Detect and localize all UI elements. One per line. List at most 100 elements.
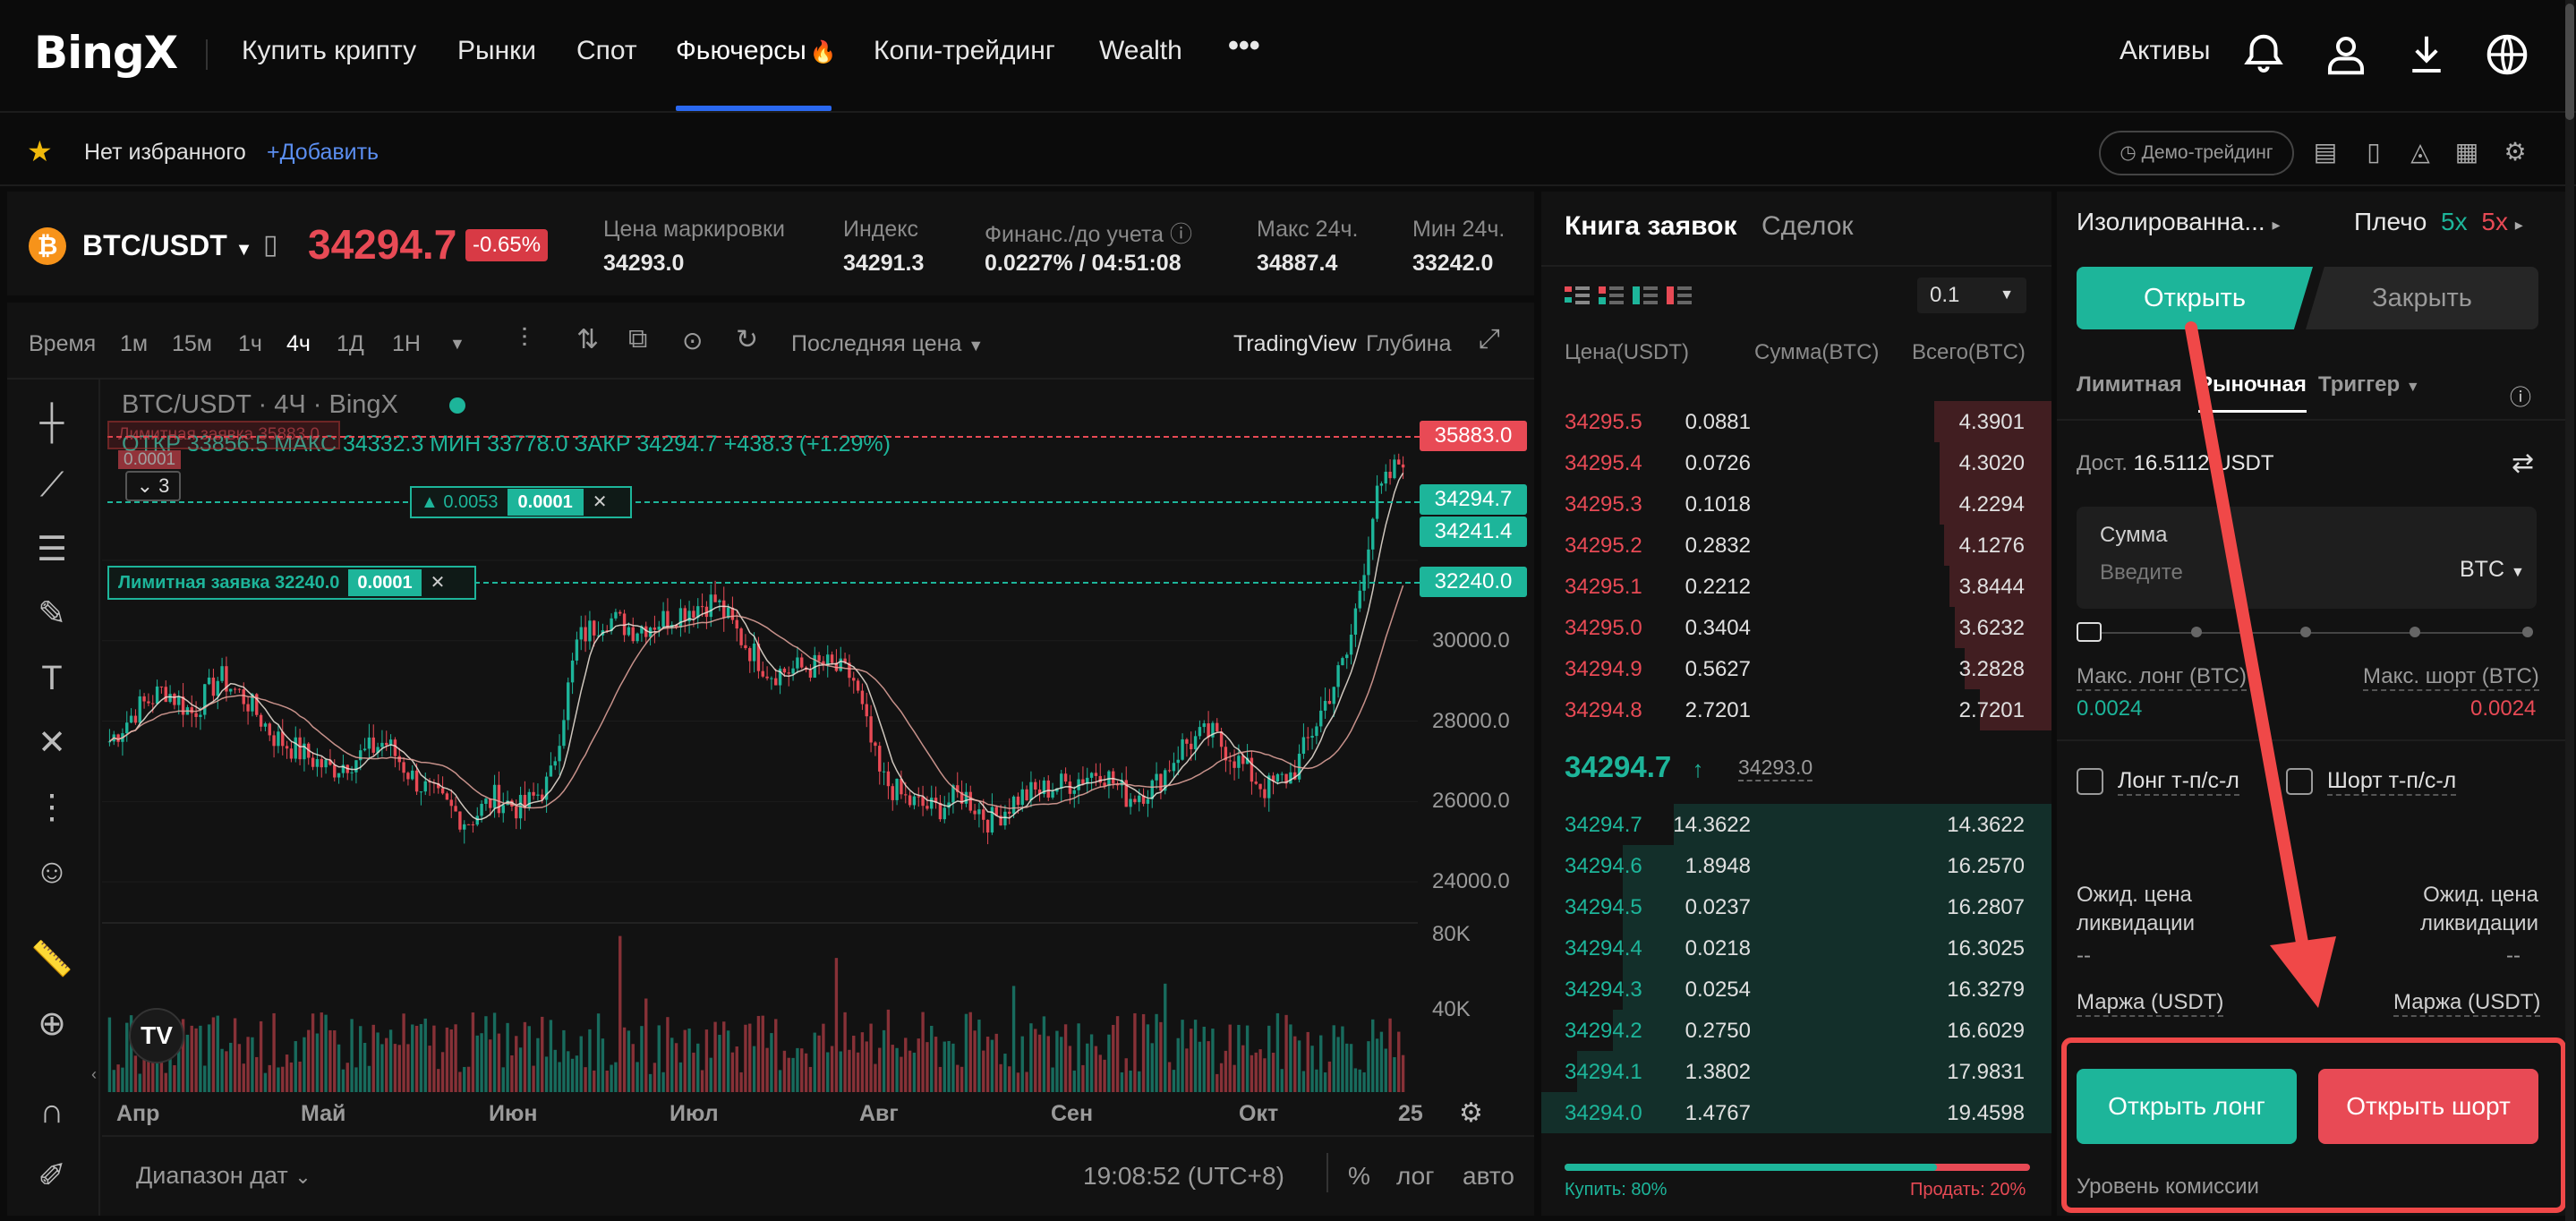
tab-order-book[interactable]: Книга заявок xyxy=(1565,211,1736,242)
nav-item-markets[interactable]: Рынки xyxy=(457,36,536,66)
position-label[interactable]: ▲ 0.0053 0.0001 ✕ xyxy=(410,486,632,518)
depth-tab[interactable]: Глубина xyxy=(1366,331,1452,357)
nav-item-spot[interactable]: Спот xyxy=(576,36,637,66)
tradingview-logo[interactable]: TV xyxy=(129,1008,184,1063)
amount-unit-select[interactable]: BTC ▼ xyxy=(2460,557,2525,583)
slider-dot-25[interactable] xyxy=(2191,627,2202,637)
text-tool-icon[interactable]: T xyxy=(27,653,77,704)
bid-row[interactable]: 34294.4 0.0218 16.3025 xyxy=(1541,927,2051,969)
interval-1m[interactable]: 1м xyxy=(120,331,148,357)
transfer-icon[interactable]: ⇄ xyxy=(2512,448,2534,479)
pattern-icon[interactable]: ✕ xyxy=(27,718,77,768)
order-type-limit[interactable]: Лимитная xyxy=(2077,372,2182,397)
bid-row[interactable]: 34294.5 0.0237 16.2807 xyxy=(1541,886,2051,927)
measure-lines-icon[interactable]: ⋮ xyxy=(27,782,77,832)
close-position-tab[interactable]: Закрыть xyxy=(2306,267,2538,329)
calculator-icon[interactable]: ▦ xyxy=(2451,136,2483,168)
ask-row[interactable]: 34294.8 2.7201 2.7201 xyxy=(1541,689,2051,730)
slider-dot-50[interactable] xyxy=(2300,627,2311,637)
reset-icon[interactable]: ↻ xyxy=(736,324,758,355)
more-intervals-icon[interactable]: ▼ xyxy=(449,335,465,354)
limit-order-label[interactable]: Лимитная заявка 32240.0 0.0001 ✕ xyxy=(107,566,476,600)
demo-trading-button[interactable]: ◷ Демо-трейдинг xyxy=(2099,131,2294,175)
tradingview-tab[interactable]: TradingView xyxy=(1233,331,1357,357)
lock-drawings-icon[interactable]: ✐ xyxy=(27,1151,77,1201)
ask-row[interactable]: 34295.3 0.1018 4.2294 xyxy=(1541,483,2051,525)
short-tpsl-checkbox[interactable] xyxy=(2286,768,2313,795)
bid-row[interactable]: 34294.1 1.3802 17.9831 xyxy=(1541,1051,2051,1092)
ask-row[interactable]: 34294.9 0.5627 3.2828 xyxy=(1541,648,2051,689)
add-favorite-link[interactable]: +Добавить xyxy=(267,140,379,166)
close-icon[interactable]: ✕ xyxy=(584,492,608,512)
globe-icon[interactable] xyxy=(2483,30,2531,79)
leverage-select[interactable]: Плечо 5x 5x ▸ xyxy=(2354,208,2523,236)
templates-icon[interactable]: ⧉ xyxy=(628,324,647,354)
order-type-trigger[interactable]: Триггер ▼ xyxy=(2318,372,2420,397)
bell-icon[interactable] xyxy=(2239,30,2288,79)
zoom-in-icon[interactable]: ⊕ xyxy=(27,999,77,1049)
book-view-bids-icon[interactable] xyxy=(1633,285,1658,308)
interval-4h[interactable]: 4ч xyxy=(286,331,311,357)
crosshair-icon[interactable]: ┼ xyxy=(27,397,77,448)
order-info-icon[interactable]: ⓘ xyxy=(2510,380,2531,411)
close-icon[interactable]: ✕ xyxy=(422,573,446,593)
interval-15m[interactable]: 15м xyxy=(172,331,212,357)
download-icon[interactable] xyxy=(2402,30,2451,79)
horizontal-lines-icon[interactable]: ☰ xyxy=(27,525,77,575)
ask-row[interactable]: 34295.5 0.0881 4.3901 xyxy=(1541,401,2051,442)
book-view-asks-icon[interactable] xyxy=(1667,285,1692,308)
nav-assets[interactable]: Активы xyxy=(2120,36,2210,66)
bid-row[interactable]: 34294.0 1.4767 19.4598 xyxy=(1541,1092,2051,1133)
ask-row[interactable]: 34295.0 0.3404 3.6232 xyxy=(1541,607,2051,648)
ruler-icon[interactable]: 📏 xyxy=(27,935,77,985)
nav-item-copy-trading[interactable]: Копи-трейдинг xyxy=(874,36,1055,66)
book-view-split-icon[interactable] xyxy=(1599,285,1624,308)
open-short-button[interactable]: Открыть шорт xyxy=(2318,1069,2538,1144)
orders-icon[interactable]: ▤ xyxy=(2309,136,2341,168)
interval-time[interactable]: Время xyxy=(29,331,96,357)
book-view-both-icon[interactable] xyxy=(1565,285,1590,308)
slider-dot-75[interactable] xyxy=(2410,627,2420,637)
order-type-market[interactable]: Рыночная xyxy=(2198,372,2307,413)
ask-row[interactable]: 34295.4 0.0726 4.3020 xyxy=(1541,442,2051,483)
percent-toggle[interactable]: % xyxy=(1348,1162,1370,1191)
date-range-select[interactable]: Диапазон дат ⌄ xyxy=(136,1162,311,1190)
scroll-left-icon[interactable]: ‹ xyxy=(91,1065,97,1084)
magnet-icon[interactable]: ∩ xyxy=(27,1087,77,1137)
ask-row[interactable]: 34295.2 0.2832 4.1276 xyxy=(1541,525,2051,566)
amount-slider-handle[interactable] xyxy=(2077,622,2102,642)
price-type-select[interactable]: Последняя цена ▼ xyxy=(791,331,984,357)
ask-row[interactable]: 34295.1 0.2212 3.8444 xyxy=(1541,566,2051,607)
guide-icon[interactable]: ▯ xyxy=(2358,136,2390,168)
slider-dot-100[interactable] xyxy=(2522,627,2533,637)
utc-clock[interactable]: 19:08:52 (UTC+8) xyxy=(1083,1162,1284,1191)
fullscreen-icon[interactable]: ⤢ xyxy=(1479,324,1500,354)
short-tpsl-label[interactable]: Шорт т-п/с-л xyxy=(2327,768,2457,796)
long-tpsl-label[interactable]: Лонг т-п/с-л xyxy=(2118,768,2239,796)
interval-1w[interactable]: 1Н xyxy=(392,331,421,357)
user-icon[interactable] xyxy=(2322,30,2370,79)
bid-row[interactable]: 34294.3 0.0254 16.3279 xyxy=(1541,969,2051,1010)
candles-icon[interactable]: ⇅ xyxy=(576,324,599,355)
bid-row[interactable]: 34294.2 0.2750 16.6029 xyxy=(1541,1010,2051,1051)
emoji-icon[interactable]: ☺ xyxy=(27,847,77,897)
log-toggle[interactable]: лог xyxy=(1396,1162,1434,1191)
nav-item-buy-crypto[interactable]: Купить крипту xyxy=(242,36,416,66)
book-info-icon[interactable]: ▯ xyxy=(263,229,278,260)
page-scrollbar[interactable] xyxy=(2565,0,2574,1221)
calculator-alert-icon[interactable]: ◬ xyxy=(2404,136,2436,168)
pair-selector[interactable]: BTC/USDT ▼ xyxy=(82,229,252,262)
more-menu-icon[interactable]: ••• xyxy=(1228,29,1260,64)
auto-toggle[interactable]: авто xyxy=(1463,1162,1514,1191)
amount-placeholder[interactable]: Введите xyxy=(2100,560,2183,585)
open-position-tab[interactable]: Открыть xyxy=(2077,267,2313,329)
star-icon[interactable]: ★ xyxy=(27,134,53,168)
interval-1h[interactable]: 1ч xyxy=(238,331,262,357)
open-long-button[interactable]: Открыть лонг xyxy=(2077,1069,2297,1144)
nav-item-futures[interactable]: Фьючерсы 🔥 xyxy=(676,36,837,66)
stop-order-label[interactable]: Лимитная заявка 35883.0 0.0001 xyxy=(107,421,340,469)
bid-row[interactable]: 34294.6 1.8948 16.2570 xyxy=(1541,845,2051,886)
brush-icon[interactable]: ✎ xyxy=(27,589,77,639)
trendline-icon[interactable]: ⟋ xyxy=(27,460,77,510)
info-icon[interactable]: ⓘ xyxy=(1170,222,1192,247)
